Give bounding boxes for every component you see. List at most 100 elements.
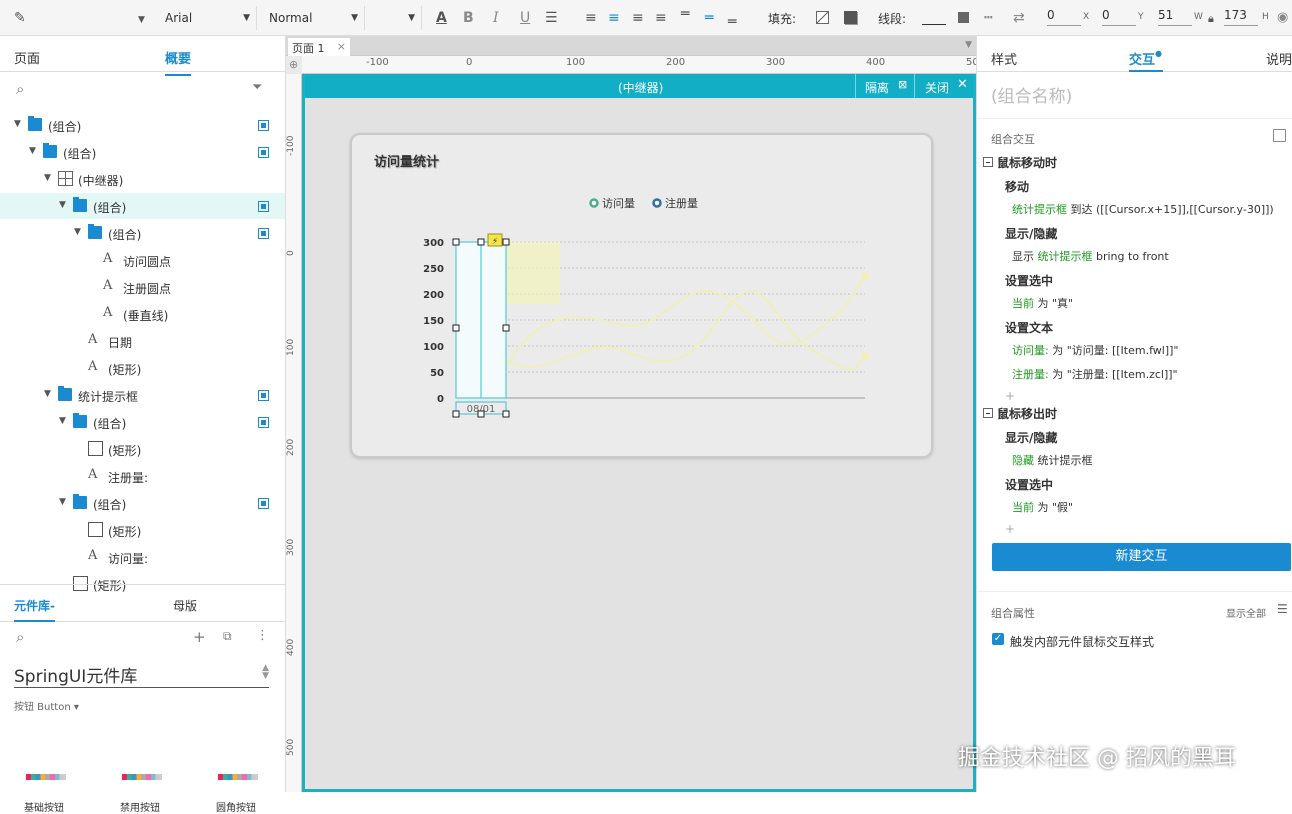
shadow-icon[interactable] [844, 11, 857, 24]
action-detail[interactable]: 隐藏 统计提示框 [1012, 452, 1093, 468]
tree-item[interactable]: ▼ (组合) [0, 193, 285, 219]
tab-outline[interactable]: 概要 [165, 48, 192, 76]
collapse-icon[interactable] [983, 157, 993, 167]
lock-icon[interactable]: 🔒︎ [1208, 10, 1214, 28]
tree-item[interactable]: A (垂直线) [0, 301, 285, 327]
action-detail[interactable]: 当前 为 "假" [1012, 499, 1073, 515]
page-tab[interactable]: 页面 1 × [288, 38, 350, 56]
search-icon[interactable]: ⌕ [16, 628, 24, 646]
stroke-color-swatch[interactable] [958, 12, 969, 23]
search-icon[interactable]: ⌕ [16, 80, 24, 98]
new-interaction-button[interactable]: 新建交互 [992, 543, 1291, 571]
tab-masters[interactable]: 母版 [173, 597, 197, 614]
visibility-icon[interactable]: ◉ [1277, 9, 1288, 27]
filter-icon[interactable]: ⏷ [252, 80, 262, 95]
resize-handle[interactable] [452, 410, 460, 418]
expand-arrow-icon[interactable]: ▼ [14, 119, 21, 129]
align-left-icon[interactable]: ≡ [585, 9, 597, 27]
action-detail[interactable]: 统计提示框 到达 ([[Cursor.x+15]],[[Cursor.y-30]… [1012, 201, 1274, 217]
library-category[interactable]: 按钮 Button ▾ [14, 698, 79, 713]
expand-arrow-icon[interactable]: ▼ [44, 389, 51, 399]
bold-icon[interactable]: B [463, 9, 474, 27]
resize-handle[interactable] [502, 238, 510, 246]
tree-item[interactable]: A 注册量: [0, 463, 285, 489]
visibility-icon[interactable] [258, 498, 269, 509]
tree-item[interactable]: A 访问圆点 [0, 247, 285, 273]
tab-style[interactable]: 样式 [991, 49, 1017, 68]
visibility-icon[interactable] [258, 228, 269, 239]
tree-item[interactable]: ▼ (组合) [0, 409, 285, 435]
font-family-select[interactable]: Arial ▼ [157, 6, 257, 30]
action-detail[interactable]: 显示 统计提示框 bring to front [1012, 248, 1169, 264]
align-center-icon[interactable]: ≡ [608, 9, 620, 27]
tab-pages[interactable]: 页面 [14, 48, 40, 67]
action-title[interactable]: 移动 [1005, 178, 1029, 195]
bullet-list-icon[interactable]: ☰ [545, 9, 558, 27]
chevron-down-icon[interactable]: ▼ [138, 11, 145, 29]
x-field[interactable]: 0 [1047, 8, 1081, 26]
show-all-link[interactable]: 显示全部 [1226, 605, 1266, 620]
text-color-icon[interactable]: A [436, 9, 447, 27]
width-field[interactable]: 51 [1158, 8, 1192, 26]
expand-arrow-icon[interactable]: ▼ [44, 173, 51, 183]
resize-handle[interactable] [452, 238, 460, 246]
visibility-icon[interactable] [258, 390, 269, 401]
tree-item[interactable]: ▼ (中继器) [0, 166, 285, 192]
underline-icon[interactable]: U [520, 9, 530, 27]
group-name-input[interactable]: (组合名称) [991, 82, 1281, 107]
stroke-width-control[interactable] [922, 24, 946, 25]
tree-item[interactable]: ▼ (组合) [0, 220, 285, 246]
tab-library[interactable]: 元件库- [14, 597, 55, 622]
format-painter-icon[interactable]: ✎ [14, 9, 26, 27]
valign-top-icon[interactable]: ═ [681, 5, 689, 23]
menu-icon[interactable]: ☰ [1277, 602, 1288, 616]
add-action-icon[interactable]: + [1005, 522, 1015, 536]
action-title[interactable]: 显示/隐藏 [1005, 225, 1057, 242]
add-action-icon[interactable]: + [1005, 389, 1015, 403]
valign-middle-icon[interactable]: ═ [705, 9, 713, 27]
expand-arrow-icon[interactable]: ▼ [59, 497, 66, 507]
align-right-icon[interactable]: ≡ [632, 9, 644, 27]
action-detail[interactable]: 访问量: 为 "访问量: [[Item.fwl]]" [1012, 342, 1178, 358]
action-title[interactable]: 设置选中 [1005, 272, 1053, 289]
tree-item[interactable]: ▼ (组合) [0, 139, 285, 165]
height-field[interactable]: 173 [1224, 8, 1258, 26]
tree-item[interactable]: (矩形) [0, 436, 285, 462]
tree-item[interactable]: A (矩形) [0, 355, 285, 381]
tab-notes[interactable]: 说明 [1266, 49, 1292, 68]
isolate-button[interactable]: 隔离 ⊠ [855, 74, 915, 98]
stroke-pattern-icon[interactable]: ┅ [984, 9, 993, 27]
tree-item[interactable]: A 日期 [0, 328, 285, 354]
visibility-icon[interactable] [258, 201, 269, 212]
resize-handle[interactable] [477, 410, 485, 418]
visibility-icon[interactable] [258, 120, 269, 131]
italic-icon[interactable]: I [493, 9, 499, 27]
close-edit-button[interactable]: 关闭 ✕ [919, 74, 973, 98]
tree-item[interactable]: ▼ (组合) [0, 112, 285, 138]
tree-item[interactable]: ▼ (组合) [0, 490, 285, 516]
action-title[interactable]: 显示/隐藏 [1005, 429, 1057, 446]
action-detail[interactable]: 当前 为 "真" [1012, 295, 1073, 311]
tree-item[interactable]: A 注册圆点 [0, 274, 285, 300]
add-icon[interactable]: + [193, 628, 206, 646]
fill-color-swatch[interactable] [816, 11, 829, 24]
close-icon[interactable]: × [337, 40, 346, 53]
visibility-icon[interactable] [258, 147, 269, 158]
more-icon[interactable]: ⋮ [256, 628, 269, 643]
y-field[interactable]: 0 [1102, 8, 1136, 26]
widget-preview[interactable] [122, 774, 162, 780]
expand-arrow-icon[interactable]: ▼ [74, 227, 81, 237]
arrow-style-icon[interactable]: ⇄ [1013, 9, 1025, 27]
resize-handle[interactable] [502, 324, 510, 332]
tree-item[interactable]: ▼ 统计提示框 [0, 382, 285, 408]
expand-arrow-icon[interactable]: ▼ [59, 416, 66, 426]
font-style-select[interactable]: Normal ▼ [261, 6, 365, 30]
font-size-select[interactable]: ▼ [367, 6, 422, 30]
widget-preview[interactable] [218, 774, 258, 780]
expand-arrow-icon[interactable]: ▼ [59, 200, 66, 210]
align-justify-icon[interactable]: ≡ [655, 9, 667, 27]
valign-bottom-icon[interactable]: ═ [728, 13, 736, 31]
expand-icon[interactable] [1273, 129, 1286, 142]
event-title[interactable]: 鼠标移出时 [997, 405, 1057, 422]
tree-item[interactable]: A 访问量: [0, 544, 285, 570]
